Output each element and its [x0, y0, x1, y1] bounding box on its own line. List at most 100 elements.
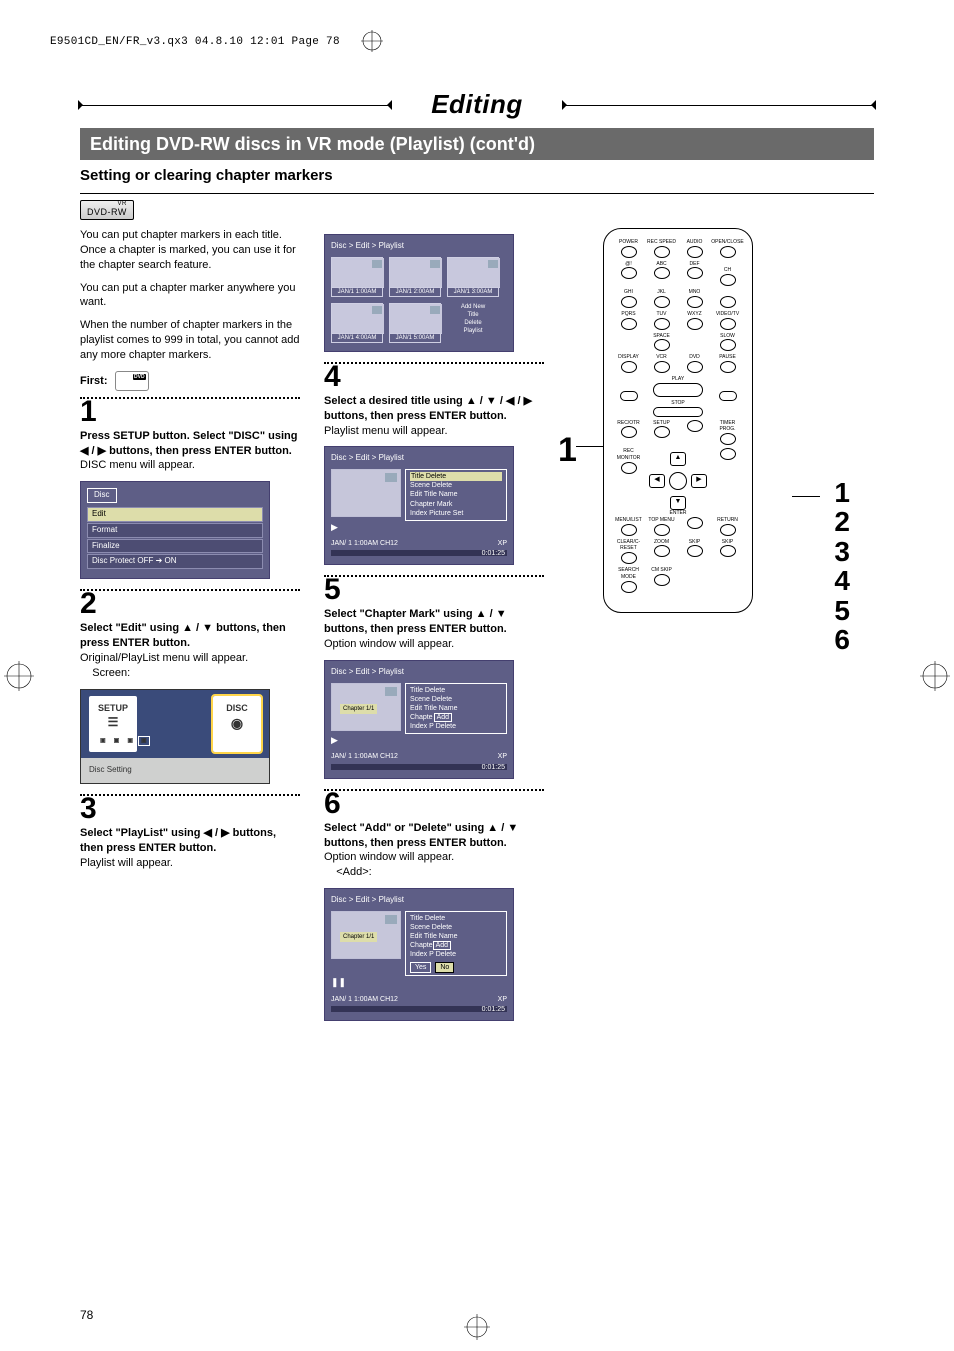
display-button: [621, 361, 637, 373]
middle-column: Disc > Edit > Playlist JAN/1 1:00AM JAN/…: [324, 228, 544, 1031]
preview-thumb: [331, 469, 401, 517]
osd-item-protect: Disc Protect OFF ➔ ON: [87, 554, 263, 569]
left-column: You can put chapter markers in each titl…: [80, 228, 300, 1031]
blank-button: [687, 420, 703, 432]
intro-para-2: You can put a chapter marker anywhere yo…: [80, 281, 300, 311]
step-5-number: 5: [324, 575, 544, 605]
registration-mark-icon: [464, 1314, 490, 1345]
setup-card: SETUP ☰ ▣▣▣▣: [89, 696, 137, 752]
registration-mark-icon: [4, 661, 34, 691]
preview-thumb: Chapter 1/1: [331, 911, 401, 959]
thumb-1: JAN/1 1:00AM: [331, 257, 383, 297]
zoom-button: [654, 545, 670, 557]
step-3-text: Select "PlayList" using ◀ / ▶ buttons, t…: [80, 826, 300, 871]
callout-line-icon: [576, 446, 604, 447]
disc-setting-label: Disc Setting: [81, 758, 269, 783]
ff-button: [719, 391, 737, 401]
num-0: [654, 339, 670, 351]
osd-item-edit: Edit: [87, 507, 263, 522]
osd-chapter-menu: Disc > Edit > Playlist Chapter 1/1 Title…: [324, 660, 514, 779]
enter-button: [669, 472, 687, 490]
arrow-left-icon: ◀: [649, 474, 665, 488]
callout-line-icon: [792, 496, 820, 497]
num-9: [687, 318, 703, 330]
step-1-text: Press SETUP button. Select "DISC" using …: [80, 429, 300, 474]
ch-up: [720, 274, 736, 286]
open-close-button: [720, 246, 736, 258]
setup-button: [654, 426, 670, 438]
step-4-number: 4: [324, 362, 544, 392]
page-title: Editing: [431, 87, 523, 122]
menu-list-button: [621, 524, 637, 536]
heading-underline: [80, 193, 874, 194]
intro-para-1: You can put chapter markers in each titl…: [80, 228, 300, 273]
pause-icon: ❚❚: [331, 976, 507, 988]
vcr-button: [654, 361, 670, 373]
thumb-5: JAN/1 5:00AM: [389, 303, 441, 343]
thumb-addnew: Add New Title Delete Playlist: [447, 303, 499, 343]
osd-disc-title: Disc: [87, 488, 117, 503]
thumb-2: JAN/1 2:00AM: [389, 257, 441, 297]
disc-card: DISC ◉: [213, 696, 261, 752]
remote-control-diagram: POWER REC SPEED AUDIO OPEN/CLOSE @!ABCDE…: [603, 228, 753, 613]
skip-prev-button: [687, 545, 703, 557]
dvd-button-icon: [115, 371, 149, 391]
step-5-text: Select "Chapter Mark" using ▲ / ▼ button…: [324, 607, 544, 652]
rew-button: [620, 391, 638, 401]
breadcrumb: Disc > Edit > Playlist: [331, 241, 507, 252]
page-title-ribbon: Editing: [80, 87, 874, 122]
step-6-text: Select "Add" or "Delete" using ▲ / ▼ but…: [324, 821, 544, 880]
osd-disc-menu: Disc Edit Format Finalize Disc Protect O…: [80, 481, 270, 579]
power-button: [621, 246, 637, 258]
preview-thumb: Chapter 1/1: [331, 683, 401, 731]
video-tv: [720, 318, 736, 330]
num-4: [621, 296, 637, 308]
osd-add-confirm: Disc > Edit > Playlist Chapter 1/1 Title…: [324, 888, 514, 1021]
rec-monitor-button: [621, 462, 637, 474]
osd-title-menu: Disc > Edit > Playlist Title Delete Scen…: [324, 446, 514, 565]
registration-mark-icon: [920, 661, 950, 691]
section-heading: Setting or clearing chapter markers: [80, 166, 874, 186]
breadcrumb: Disc > Edit > Playlist: [331, 667, 507, 678]
blank-button: [687, 517, 703, 529]
step-2-number: 2: [80, 589, 300, 619]
chapter-badge: Chapter 1/1: [340, 932, 377, 942]
add-menu-list: Title Delete Scene Delete Edit Title Nam…: [405, 911, 507, 977]
remote-column: 1 POWER REC SPEED AUDIO OPEN/CLOSE @!ABC…: [568, 228, 788, 1031]
chapter-menu-list: Title Delete Scene Delete Edit Title Nam…: [405, 683, 507, 734]
ch-down: [720, 296, 736, 308]
timer-prog-button: [720, 433, 736, 445]
num-3: [687, 267, 703, 279]
slow-button: [720, 339, 736, 351]
title-menu-list: Title Delete Scene Delete Edit Title Nam…: [405, 469, 507, 520]
yes-button: Yes: [410, 962, 431, 973]
play-button: [653, 383, 703, 397]
num-5: [654, 296, 670, 308]
skip-next-button: [720, 545, 736, 557]
no-button: No: [435, 962, 454, 973]
play-icon: ▶: [331, 734, 507, 746]
num-6: [687, 296, 703, 308]
registration-mark-icon: [361, 30, 383, 52]
num-2: [654, 267, 670, 279]
step-1-number: 1: [80, 397, 300, 427]
clear-button: [621, 552, 637, 564]
step-6-number: 6: [324, 789, 544, 819]
arrow-down-icon: ▼: [670, 496, 686, 510]
dvd-button: [687, 361, 703, 373]
step-4-text: Select a desired title using ▲ / ▼ / ◀ /…: [324, 394, 544, 439]
breadcrumb: Disc > Edit > Playlist: [331, 453, 507, 464]
rec-speed-button: [654, 246, 670, 258]
arrow-right-icon: ▶: [691, 474, 707, 488]
first-label-row: First:: [80, 371, 300, 391]
num-1: [621, 267, 637, 279]
thumb-3: JAN/1 3:00AM: [447, 257, 499, 297]
arrow-up-icon: ▲: [670, 452, 686, 466]
page-number: 78: [80, 1307, 93, 1323]
osd-setup-disc: SETUP ☰ ▣▣▣▣ DISC ◉ Disc Setting: [80, 689, 270, 784]
osd-item-finalize: Finalize: [87, 539, 263, 554]
section-subtitle: Editing DVD-RW discs in VR mode (Playlis…: [80, 128, 874, 160]
osd-item-format: Format: [87, 523, 263, 538]
search-mode-button: [621, 581, 637, 593]
pause-button: [720, 361, 736, 373]
